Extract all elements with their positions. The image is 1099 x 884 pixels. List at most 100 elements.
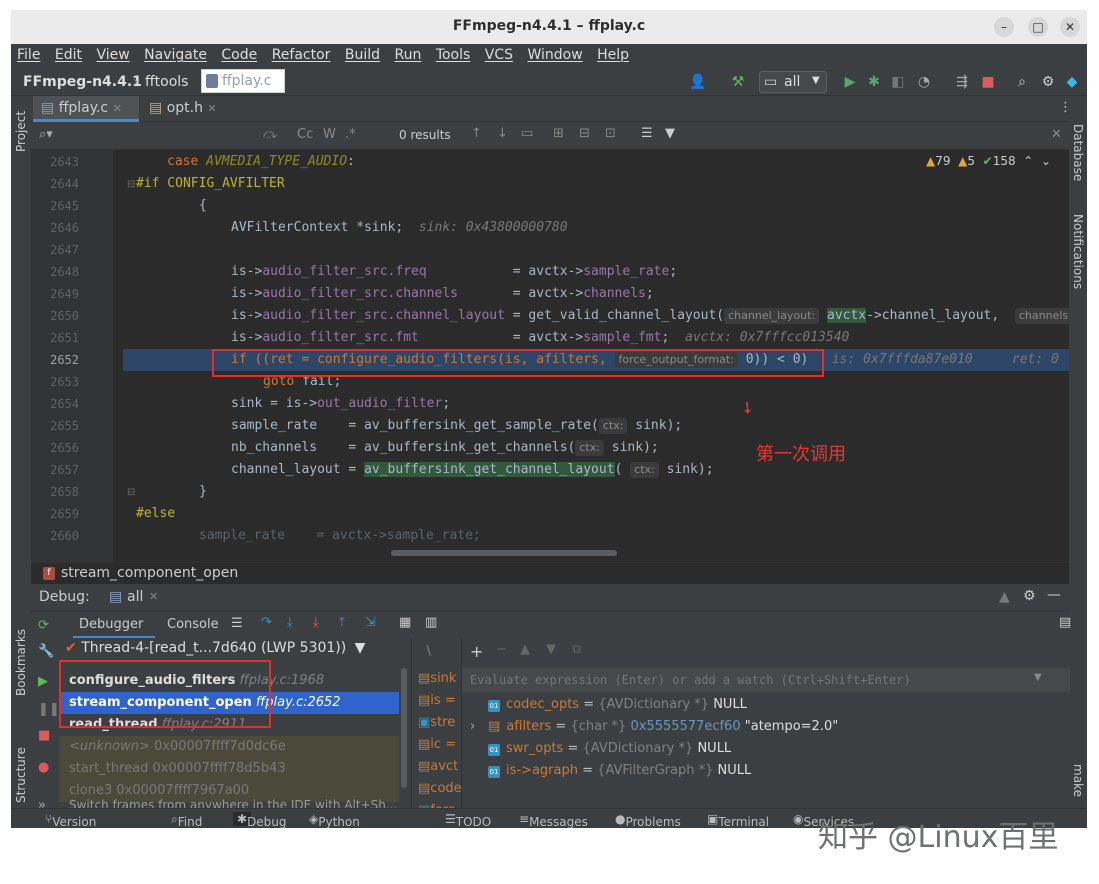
nav-file-box[interactable]: ffplay.c: [201, 69, 285, 93]
inspection-widget[interactable]: ▲79 ▲5 ✔158 ⌃ ⌄: [926, 154, 1051, 168]
resume-icon[interactable]: ▶: [38, 674, 48, 689]
arrow-up-icon[interactable]: ↑: [471, 126, 482, 141]
tab-ffplay-c[interactable]: ▤ ffplay.c ✕: [33, 96, 139, 122]
move-down-icon[interactable]: ▼: [546, 642, 556, 657]
variable-item[interactable]: ▤sink: [418, 668, 456, 690]
debug-bug-icon[interactable]: ✱: [865, 73, 883, 91]
attach-icon[interactable]: ⇶: [953, 73, 971, 91]
watch-item[interactable]: ▤ afilters = {char *} 0x5555577ecf60 "ate…: [488, 716, 838, 738]
todo-tab[interactable]: ☰ TODO: [445, 812, 491, 828]
remove-occurrence-icon[interactable]: ⊟: [579, 126, 590, 141]
threads-view-icon[interactable]: ▥: [425, 615, 437, 630]
close-icon[interactable]: ✕: [207, 102, 216, 115]
menu-navigate[interactable]: Navigate: [138, 44, 211, 63]
make-tool-tab[interactable]: make: [1071, 764, 1085, 797]
stop-icon[interactable]: ■: [979, 73, 997, 91]
profile-icon[interactable]: ◔: [915, 73, 933, 91]
watch-item[interactable]: 01 codec_opts = {AVDictionary *} NULL: [488, 694, 747, 716]
stop-icon[interactable]: ■: [38, 728, 50, 743]
console-tab[interactable]: Console: [167, 617, 219, 632]
variable-item[interactable]: ▤is =: [418, 690, 456, 712]
menu-help[interactable]: Help: [591, 44, 633, 63]
minimize-panel-icon[interactable]: —: [1047, 587, 1061, 603]
services-tab[interactable]: ◉ Services: [793, 812, 854, 828]
evaluate-expression-input[interactable]: [462, 668, 1070, 692]
fold-icon[interactable]: ⊟: [127, 179, 135, 190]
add-watch-icon[interactable]: +: [470, 642, 483, 661]
variable-item[interactable]: ▤avct: [418, 756, 458, 778]
messages-tab[interactable]: ≡ Messages: [519, 812, 588, 828]
nav-project[interactable]: FFmpeg-n4.4.1: [23, 74, 142, 90]
run-to-cursor-icon[interactable]: ⇲: [365, 615, 376, 630]
menu-code[interactable]: Code: [215, 44, 261, 63]
gear-icon[interactable]: ⚙: [1023, 588, 1036, 604]
debug-session-tab[interactable]: all: [127, 589, 143, 605]
close-icon[interactable]: ✕: [113, 102, 122, 115]
close-button[interactable]: ✕: [1060, 17, 1080, 37]
move-up-icon[interactable]: ▲: [520, 642, 530, 657]
step-over-icon[interactable]: ↷: [261, 615, 272, 630]
regex-toggle[interactable]: .*: [345, 127, 356, 142]
fold-icon[interactable]: ⊟: [127, 487, 135, 498]
problems-tab[interactable]: ● Problems: [615, 812, 681, 828]
filter-icon[interactable]: ▼: [355, 640, 366, 656]
step-out-icon[interactable]: ⤒: [339, 615, 345, 630]
copy-icon[interactable]: ⧉: [572, 642, 581, 657]
menu-window[interactable]: Window: [521, 44, 586, 63]
watch-item[interactable]: 01 is->agraph = {AVFilterGraph *} NULL: [488, 760, 751, 782]
chevron-down-icon[interactable]: ▼: [1034, 672, 1042, 683]
filter-icon[interactable]: ▼: [665, 126, 675, 141]
settings-list-icon[interactable]: ▤: [1059, 615, 1071, 630]
more-options-icon[interactable]: ⋮: [1059, 100, 1072, 115]
structure-tool-tab[interactable]: Structure: [14, 747, 28, 803]
add-occurrence-icon[interactable]: ⊞: [553, 126, 564, 141]
search-icon[interactable]: ⌕: [1013, 73, 1031, 91]
breadcrumb-function[interactable]: stream_component_open: [61, 565, 238, 581]
filter-lines-icon[interactable]: ☰: [641, 126, 653, 141]
breakpoints-icon[interactable]: ●: [38, 760, 49, 775]
find-tab[interactable]: ⌕ Find: [171, 812, 202, 828]
variable-item[interactable]: ▤code: [418, 778, 462, 800]
close-icon[interactable]: ✕: [1051, 127, 1062, 142]
horizontal-scrollbar[interactable]: [391, 550, 617, 556]
expand-icon[interactable]: ∖: [424, 644, 432, 659]
menu-edit[interactable]: Edit: [49, 44, 86, 63]
watch-item[interactable]: 01 swr_opts = {AVDictionary *} NULL: [488, 738, 731, 760]
menu-file[interactable]: File: [11, 44, 44, 63]
python-packages-tab[interactable]: ◈ Python Packages: [309, 812, 360, 828]
chevron-up-icon[interactable]: ⌃: [1023, 154, 1033, 168]
arrow-down-icon[interactable]: ↓: [497, 126, 508, 141]
whole-words-toggle[interactable]: W: [323, 127, 336, 142]
layout-icon[interactable]: ☰: [231, 616, 243, 631]
close-icon[interactable]: ✕: [149, 590, 158, 603]
rerun-icon[interactable]: ⟳: [38, 618, 49, 633]
debug-tab[interactable]: ✱ Debug: [233, 812, 287, 828]
menu-refactor[interactable]: Refactor: [266, 44, 335, 63]
database-tool-tab[interactable]: Database: [1071, 124, 1085, 181]
gear-icon[interactable]: ⚙: [1039, 73, 1057, 91]
wrench-icon[interactable]: 🔧: [38, 644, 54, 659]
version-control-tab[interactable]: ⑂ Version Control: [45, 812, 96, 828]
debugger-tab[interactable]: Debugger: [79, 617, 143, 632]
bookmarks-tool-tab[interactable]: Bookmarks: [14, 629, 28, 696]
stack-frame[interactable]: <unknown> 0x00007ffff7d0dc6e: [59, 736, 399, 758]
menu-vcs[interactable]: VCS: [479, 44, 517, 63]
coverage-icon[interactable]: ◧: [889, 73, 907, 91]
menu-build[interactable]: Build: [339, 44, 384, 63]
menu-view[interactable]: View: [90, 44, 133, 63]
pause-icon[interactable]: ❚❚: [38, 702, 60, 717]
open-results-icon[interactable]: ▭: [521, 126, 533, 141]
run-icon[interactable]: ▶: [841, 73, 859, 91]
maximize-button[interactable]: □: [1028, 17, 1048, 37]
variable-item[interactable]: ▣stre: [418, 712, 455, 734]
stack-frame[interactable]: start_thread 0x00007ffff78d5b43: [59, 758, 399, 780]
project-tool-tab[interactable]: Project: [14, 111, 28, 152]
replace-icon[interactable]: ⤼: [263, 127, 277, 142]
frames-scrollbar[interactable]: [401, 668, 407, 788]
match-case-toggle[interactable]: Cc: [297, 127, 313, 142]
terminal-tab[interactable]: ▣ Terminal: [707, 812, 769, 828]
notifications-tool-tab[interactable]: Notifications: [1071, 214, 1085, 289]
ide-logo-icon[interactable]: ◆: [1063, 73, 1081, 91]
hammer-icon[interactable]: ⚒: [729, 73, 747, 91]
minimize-button[interactable]: –: [994, 17, 1014, 37]
